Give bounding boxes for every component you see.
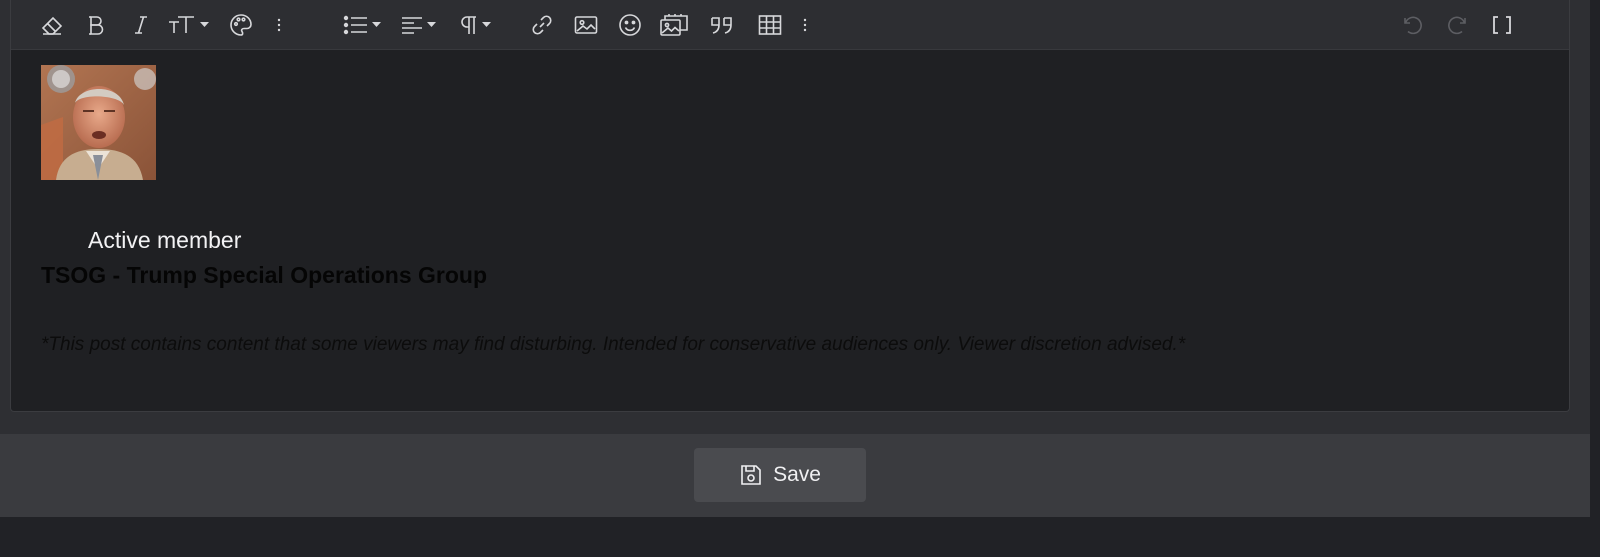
eraser-icon[interactable] xyxy=(37,8,67,42)
chevron-down-icon xyxy=(372,22,381,27)
image-icon[interactable] xyxy=(571,8,601,42)
quote-icon[interactable] xyxy=(707,8,737,42)
chevron-down-icon xyxy=(200,22,209,27)
editor-content[interactable]: Active member TSOG - Trump Special Opera… xyxy=(11,50,1569,410)
bold-icon[interactable] xyxy=(83,8,109,42)
list-icon[interactable] xyxy=(341,8,383,42)
palette-icon[interactable] xyxy=(227,8,255,42)
smiley-icon[interactable] xyxy=(615,8,645,42)
brackets-icon[interactable] xyxy=(1487,8,1517,42)
form-footer: Save xyxy=(0,434,1590,517)
text-size-icon[interactable] xyxy=(165,8,211,42)
vertical-ellipsis-icon[interactable] xyxy=(271,8,287,42)
align-left-icon[interactable] xyxy=(397,8,439,42)
undo-icon[interactable] xyxy=(1397,8,1427,42)
group-name-text: TSOG - Trump Special Operations Group xyxy=(41,262,488,288)
vertical-ellipsis-icon[interactable] xyxy=(797,8,813,42)
link-icon[interactable] xyxy=(527,8,557,42)
editor-page: Active member TSOG - Trump Special Opera… xyxy=(0,0,1600,557)
chevron-down-icon xyxy=(427,22,436,27)
disclaimer-text: *This post contains content that some vi… xyxy=(41,334,1186,355)
paragraph-icon[interactable] xyxy=(455,8,495,42)
table-icon[interactable] xyxy=(755,8,785,42)
save-button[interactable]: Save xyxy=(694,448,866,502)
rich-text-editor: Active member TSOG - Trump Special Opera… xyxy=(10,0,1570,412)
member-rank-text: Active member xyxy=(88,227,242,253)
chevron-down-icon xyxy=(482,22,491,27)
editor-panel: Active member TSOG - Trump Special Opera… xyxy=(0,0,1590,517)
avatar-image xyxy=(41,65,156,180)
save-icon xyxy=(741,465,761,485)
redo-icon[interactable] xyxy=(1443,8,1473,42)
page-bottom xyxy=(0,517,1600,557)
italic-icon[interactable] xyxy=(129,8,153,42)
scroll-gutter xyxy=(1590,0,1600,517)
editor-toolbar xyxy=(11,0,1569,50)
save-button-label: Save xyxy=(773,463,821,486)
media-gallery-icon[interactable] xyxy=(657,8,691,42)
